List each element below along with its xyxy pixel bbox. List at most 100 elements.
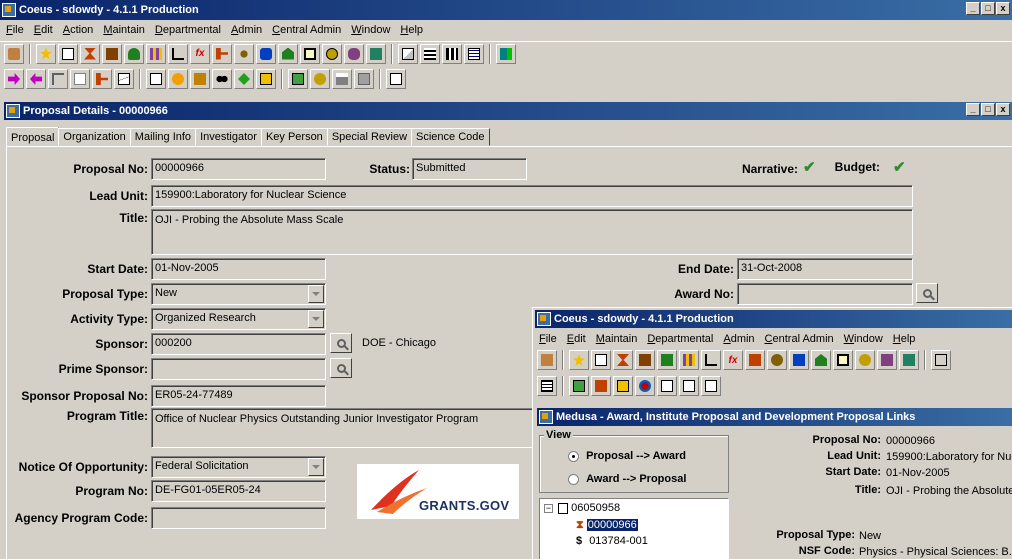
chart-icon[interactable] [701,350,721,370]
dropdown-arrow-icon[interactable] [308,285,324,303]
second-window-title-bar[interactable]: Coeus - sdowdy - 4.1.1 Production [535,310,1012,328]
option-award-to-proposal[interactable]: Award --> Proposal [568,473,686,485]
medusa-window-title-bar[interactable]: Medusa - Award, Institute Proposal and D… [537,408,1012,426]
notice-of-opportunity-select[interactable]: Federal Solicitation [151,456,326,478]
calc-icon[interactable] [366,43,386,64]
person-money-icon[interactable] [124,43,144,64]
agency-program-code-field[interactable] [151,507,326,529]
menu-help[interactable]: Help [893,333,916,345]
menu-edit[interactable]: Edit [34,24,53,36]
menu-maintain[interactable]: Maintain [596,333,638,345]
tree-icon[interactable] [745,350,765,370]
hourglass-icon[interactable] [613,350,633,370]
table-icon[interactable] [420,43,440,64]
tab-proposal[interactable]: Proposal [6,127,60,146]
doc-icon[interactable] [70,69,90,89]
award-search-button[interactable] [916,283,938,303]
prime-sponsor-field[interactable] [151,358,326,380]
radio-proposal-to-award[interactable] [568,450,579,462]
menu-central-admin[interactable]: Central Admin [765,333,834,345]
close-button[interactable]: x [996,2,1010,15]
proposal-type-select[interactable]: New [151,283,326,305]
tree-root[interactable]: − 06050958 [544,502,620,514]
menu-action[interactable]: Action [63,24,94,36]
menu-file[interactable]: File [539,333,557,345]
restore-button[interactable]: □ [981,2,995,15]
radio-award-to-proposal[interactable] [568,473,579,485]
lead-unit-field[interactable]: 159900:Laboratory for Nuclear Science [151,185,913,207]
hierarchy-icon[interactable] [613,376,633,396]
tab-investigator[interactable]: Investigator [195,128,262,146]
menu-file[interactable]: File [6,24,24,36]
dropdown-arrow-icon[interactable] [308,458,324,476]
minimize-button[interactable]: _ [966,2,980,15]
puzzle-icon[interactable] [789,350,809,370]
sponsor-proposal-no-field[interactable]: ER05-24-77489 [151,385,326,407]
fx-icon[interactable]: fx [723,350,743,370]
folder-edit-icon[interactable] [288,69,308,89]
program-title-field[interactable]: Office of Nuclear Physics Outstanding Ju… [151,408,541,448]
binoculars-icon[interactable] [212,69,232,89]
notes-icon[interactable] [386,69,406,89]
group-icon[interactable] [877,350,897,370]
tab-special-review[interactable]: Special Review [326,128,413,146]
tree-org-icon[interactable] [92,69,112,89]
copy-icon[interactable] [58,43,78,64]
fx-icon[interactable]: fx [190,43,210,64]
status-field[interactable]: Submitted [412,158,527,180]
close-button[interactable]: x [996,103,1010,116]
tab-mailing-info[interactable]: Mailing Info [129,128,197,146]
exit-icon[interactable] [496,43,516,64]
mail-icon[interactable] [114,69,134,89]
people-icon[interactable] [234,43,254,64]
print-icon[interactable] [332,69,352,89]
calc-icon[interactable] [899,350,919,370]
tree-node-proposal[interactable]: ⧗ 00000966 [576,519,638,532]
tab-science-code[interactable]: Science Code [411,128,490,146]
sponsor-search-button[interactable] [330,333,352,353]
columns-icon[interactable] [442,43,462,64]
end-date-field[interactable]: 31-Oct-2008 [737,258,913,280]
grid-icon[interactable] [146,43,166,64]
report-icon[interactable] [146,69,166,89]
grid-icon[interactable] [679,350,699,370]
hourglass-icon[interactable] [80,43,100,64]
chart-edit-icon[interactable] [256,69,276,89]
group-icon[interactable] [344,43,364,64]
save-icon[interactable] [354,69,374,89]
menu-edit[interactable]: Edit [567,333,586,345]
option-proposal-to-award[interactable]: Proposal --> Award [568,450,686,462]
notes-icon[interactable] [701,376,721,396]
form-icon[interactable] [833,350,853,370]
copy-icon[interactable] [591,350,611,370]
gear-icon[interactable] [310,69,330,89]
form-icon[interactable] [300,43,320,64]
arrow-right-icon[interactable] [4,69,24,89]
menu-central-admin[interactable]: Central Admin [272,24,341,36]
title-field[interactable]: OJI - Probing the Absolute Mass Scale [151,209,913,255]
menu-admin[interactable]: Admin [231,24,262,36]
tab-key-person[interactable]: Key Person [260,128,328,146]
list-icon[interactable] [464,43,484,64]
menu-admin[interactable]: Admin [723,333,754,345]
book-icon[interactable] [635,350,655,370]
book-icon[interactable] [102,43,122,64]
proposal-window-title-bar[interactable]: Proposal Details - 00000966 _ □ x [4,102,1012,120]
tree-icon[interactable] [591,376,611,396]
back-doc-icon[interactable] [679,376,699,396]
activity-type-select[interactable]: Organized Research [151,308,326,330]
wizard-icon[interactable] [4,43,24,64]
dropdown-arrow-icon[interactable] [308,310,324,328]
menu-window[interactable]: Window [351,24,390,36]
clock-icon[interactable] [855,350,875,370]
minimize-button[interactable]: _ [966,103,980,116]
tree-node-award[interactable]: $ 013784-001 [576,535,648,547]
restore-button[interactable]: □ [981,103,995,116]
clock-icon[interactable] [322,43,342,64]
menu-window[interactable]: Window [844,333,883,345]
chart-icon[interactable] [168,43,188,64]
menu-maintain[interactable]: Maintain [103,24,145,36]
flag-icon[interactable] [48,69,68,89]
menu-departmental[interactable]: Departmental [647,333,713,345]
tree-green-icon[interactable] [234,69,254,89]
